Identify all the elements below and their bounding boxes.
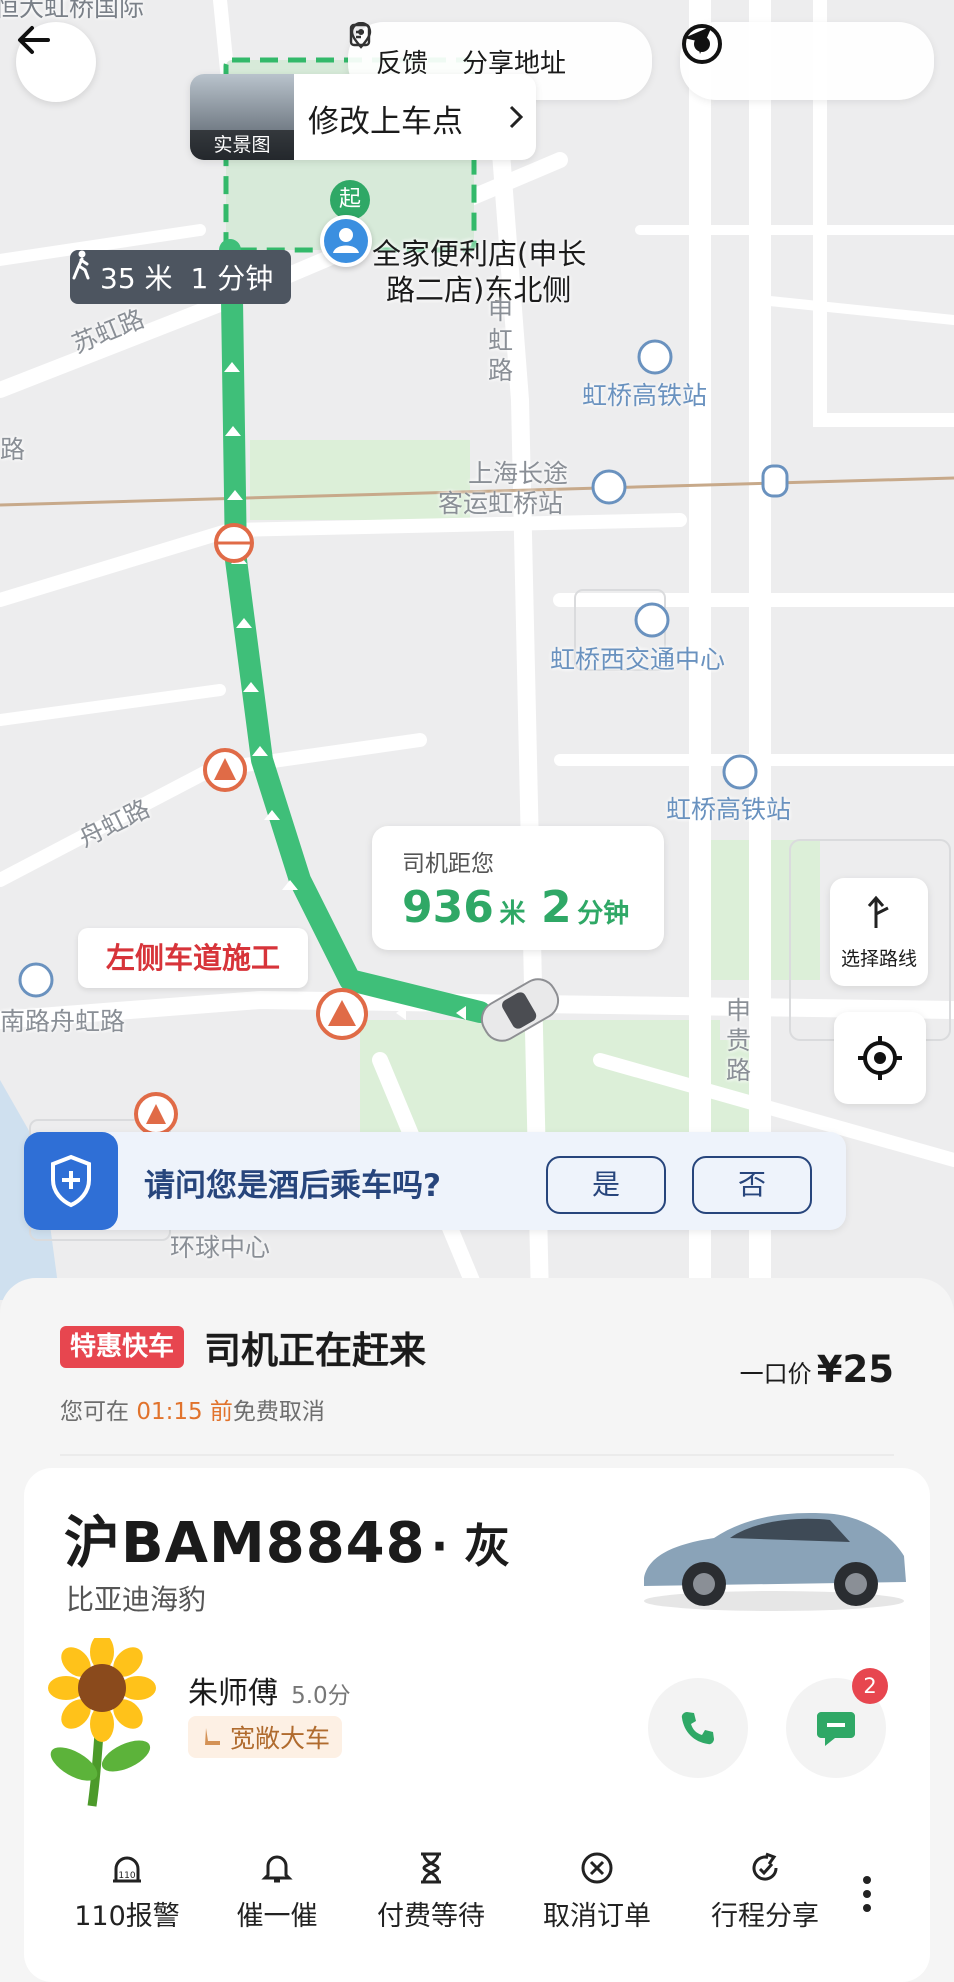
modify-pickup-label: 修改上车点 — [308, 104, 463, 140]
action-label: 取消订单 — [543, 1901, 651, 1932]
location-share-icon — [350, 22, 372, 49]
walking-distance-tag: 35 米 1 分钟 — [70, 250, 292, 304]
shield-badge — [24, 1132, 118, 1230]
poi-hongqiao-hsr-1: 虹桥高铁站 — [582, 381, 708, 410]
chevron-right-icon — [509, 105, 524, 129]
cancel-deadline: 01:15 前 — [136, 1399, 233, 1425]
svg-text:110: 110 — [118, 1871, 135, 1881]
driver-distance-value: 936 米 2 分钟 — [402, 882, 629, 933]
poi-west-transport: 虹桥西交通中心 — [550, 645, 726, 674]
drunk-ride-prompt: 请问您是酒后乘车吗? 是 否 — [24, 1132, 846, 1230]
action-paid-wait[interactable]: 付费等待 — [356, 1848, 506, 1933]
select-route-button[interactable]: 选择路线 — [830, 878, 928, 986]
action-cancel-order[interactable]: 取消订单 — [522, 1848, 672, 1933]
free-cancel-note: 您可在 01:15 前免费取消 — [60, 1392, 325, 1426]
pickup-place-line1: 全家便利店(申长 — [372, 237, 587, 271]
locate-me-button[interactable] — [834, 1012, 926, 1104]
poi-hongqiao-hsr-2: 虹桥高铁站 — [666, 795, 792, 824]
walking-person-icon — [72, 250, 90, 280]
action-label: 110报警 — [74, 1901, 180, 1932]
driver-tag: 宽敞大车 — [188, 1716, 343, 1758]
license-plate: 沪BAM8848 · 灰 — [64, 1498, 510, 1579]
distance-value: 936 — [402, 882, 494, 933]
vehicle-color: · 灰 — [430, 1519, 511, 1573]
police-icon: 110 — [113, 1856, 141, 1883]
action-trip-share[interactable]: 行程分享 — [690, 1848, 840, 1933]
road-label-lu: 路 — [0, 435, 26, 464]
road-label-huanqiu: 环球中心 — [170, 1233, 271, 1262]
driver-rating: 5.0分 — [291, 1683, 351, 1709]
cancel-suffix: 免费取消 — [232, 1399, 325, 1425]
car-image — [644, 1513, 906, 1611]
action-label: 付费等待 — [377, 1901, 485, 1932]
road-label-shenhong: 申虹路 — [488, 296, 514, 385]
bell-icon — [261, 1855, 293, 1883]
action-hurry[interactable]: 催一催 — [202, 1848, 352, 1933]
chat-icon — [817, 1712, 855, 1746]
map-tools-bar — [680, 22, 934, 100]
walk-distance: 35 米 — [100, 262, 173, 295]
modify-pickup-card[interactable]: 实景图 修改上车点 — [190, 74, 536, 160]
live-view-thumbnail[interactable]: 实景图 — [190, 74, 294, 160]
driver-distance-label: 司机距您 — [402, 851, 494, 877]
fixed-price: 一口价 ¥25 — [740, 1348, 894, 1391]
vehicle-model: 比亚迪海豹 — [66, 1583, 207, 1616]
hourglass-icon — [421, 1852, 441, 1884]
person-icon — [324, 219, 368, 263]
select-route-label: 选择路线 — [840, 948, 917, 970]
call-driver-button[interactable] — [648, 1678, 748, 1778]
time-value: 2 — [541, 882, 572, 933]
driver-avatar — [48, 1638, 156, 1807]
trip-status-title: 司机正在赶来 — [204, 1329, 426, 1372]
divider — [60, 1454, 894, 1456]
walk-time: 1 分钟 — [190, 262, 274, 295]
driver-name: 朱师傅 — [188, 1676, 278, 1711]
share-icon — [752, 1852, 778, 1881]
start-marker-label: 起 — [330, 180, 370, 220]
shield-plus-icon — [51, 1154, 91, 1208]
trip-bottom-sheet: 特惠快车 司机正在赶来 您可在 01:15 前免费取消 一口价 ¥25 沪BAM… — [0, 1278, 954, 1982]
price-value: ¥25 — [816, 1348, 894, 1391]
back-button[interactable] — [16, 22, 96, 102]
road-label-nanlu-zhouhong: 南路舟虹路 — [0, 1007, 126, 1036]
pickup-place-name: 全家便利店(申长 路二店)东北侧 — [372, 236, 586, 308]
map-view[interactable]: 恒大虹桥国际 反馈 分享地址 实景图 修改上车点 起 全家便利店(申长 路二店)… — [0, 0, 954, 1300]
action-110-alarm[interactable]: 110 110报警 — [52, 1848, 202, 1933]
cancel-prefix: 您可在 — [60, 1399, 137, 1425]
action-label: 催一催 — [236, 1901, 318, 1932]
seat-icon — [205, 1728, 220, 1745]
action-label: 行程分享 — [711, 1901, 819, 1932]
construction-warning: 左侧车道施工 — [78, 928, 309, 988]
drunk-prompt-question: 请问您是酒后乘车吗? — [144, 1168, 441, 1204]
poi-coach-line2: 客运虹桥站 — [438, 489, 564, 518]
map-label-top: 恒大虹桥国际 — [0, 0, 145, 22]
distance-unit: 米 — [499, 899, 526, 929]
route-fork-icon — [867, 895, 889, 928]
road-label-shengui: 申贵路 — [726, 996, 752, 1085]
time-unit: 分钟 — [577, 899, 630, 929]
passenger-avatar-marker — [320, 215, 372, 267]
target-icon — [682, 24, 722, 64]
message-driver-button[interactable]: 2 — [786, 1668, 888, 1778]
back-arrow-icon — [18, 26, 50, 54]
driver-distance-card: 司机距您 936 米 2 分钟 — [372, 826, 664, 950]
pickup-place-line2: 路二店)东北侧 — [386, 273, 572, 307]
message-badge: 2 — [852, 1668, 888, 1704]
more-icon[interactable] — [860, 1874, 874, 1914]
cancel-circle-icon — [581, 1852, 613, 1884]
driver-info: 朱师傅 5.0分 — [188, 1668, 351, 1712]
map-canvas — [0, 0, 954, 1300]
live-view-badge: 实景图 — [190, 130, 294, 160]
plate-number: 沪BAM8848 — [64, 1511, 426, 1576]
drunk-yes-button[interactable]: 是 — [546, 1156, 666, 1214]
construction-marker — [203, 748, 247, 792]
price-label: 一口价 — [739, 1360, 812, 1388]
drunk-no-button[interactable]: 否 — [692, 1156, 812, 1214]
phone-icon — [681, 1712, 714, 1745]
crosshair-icon — [858, 1036, 902, 1080]
driver-tag-label: 宽敞大车 — [230, 1724, 331, 1753]
service-type-badge: 特惠快车 — [60, 1326, 185, 1368]
